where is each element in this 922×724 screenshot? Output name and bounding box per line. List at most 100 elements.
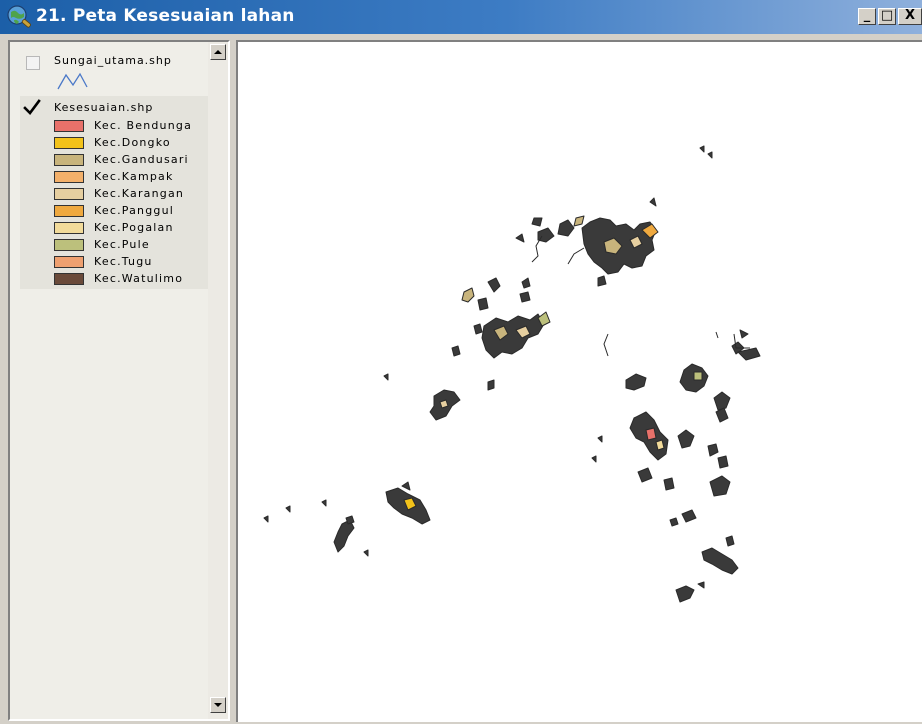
map-line — [567, 247, 585, 265]
map-polygon — [637, 467, 653, 483]
map-line — [603, 333, 609, 357]
legend-label: Kec.Kampak — [94, 170, 174, 183]
legend-swatch — [54, 239, 84, 251]
layer-name: Kesesuaian.shp — [54, 101, 154, 114]
legend-swatch — [54, 256, 84, 268]
map-polygon — [333, 519, 355, 553]
scroll-up-button[interactable] — [210, 44, 226, 60]
map-polygon — [675, 585, 695, 603]
map-polygon — [531, 217, 543, 227]
legend-item: Kec.Watulimo — [54, 271, 214, 288]
legend-swatch — [54, 137, 84, 149]
legend-label: Kec.Tugu — [94, 255, 153, 268]
map-polygon — [519, 291, 531, 303]
map-polygon — [649, 197, 657, 207]
map-polygon — [473, 323, 483, 335]
map-polygon — [663, 477, 675, 491]
toc-scrollbar[interactable] — [208, 42, 228, 719]
legend-item: Kec.Panggul — [54, 203, 214, 220]
line-symbol-icon — [57, 72, 88, 90]
legend-label: Kec.Pogalan — [94, 221, 174, 234]
globe-magnifier-icon — [7, 5, 31, 28]
map-polygon — [681, 509, 697, 523]
legend-label: Kec.Panggul — [94, 204, 175, 217]
map-polygon — [693, 371, 703, 381]
layer-kesesuaian[interactable]: Kesesuaian.shp — [10, 98, 208, 118]
legend-item: Kec.Pule — [54, 237, 214, 254]
layer-name: Sungai_utama.shp — [54, 54, 172, 67]
map-features — [263, 145, 761, 603]
checkmark-icon[interactable] — [23, 99, 41, 117]
legend-item: Kec.Gandusari — [54, 152, 214, 169]
map-polygon — [573, 215, 585, 227]
map-polygon — [487, 379, 495, 391]
legend-label: Kec.Watulimo — [94, 272, 184, 285]
map-polygon — [669, 517, 679, 527]
map-polygon — [321, 499, 327, 507]
map-polygon — [625, 373, 647, 391]
map-canvas[interactable] — [236, 40, 922, 722]
legend-item: Kec.Karangan — [54, 186, 214, 203]
map-polygon — [487, 277, 501, 293]
map-polygon — [707, 151, 713, 159]
map-polygon — [461, 287, 475, 303]
map-polygon — [521, 277, 531, 289]
legend-item: Kec.Kampak — [54, 169, 214, 186]
legend-label: Kec. Bendunga — [94, 119, 193, 132]
map-polygon — [725, 535, 735, 547]
arrow-down-icon — [214, 703, 222, 707]
map-polygon — [345, 515, 355, 525]
maximize-button[interactable]: □ — [878, 8, 896, 25]
map-polygon — [701, 547, 739, 575]
legend-item: Kec.Dongko — [54, 135, 214, 152]
map-polygon — [707, 443, 719, 457]
map-window: 21. Peta Kesesuaian lahan _ □ X Sungai_u… — [0, 0, 922, 724]
map-polygon — [557, 219, 575, 237]
map-polygon — [597, 275, 607, 287]
map-polygon — [739, 329, 749, 339]
kesesuaian-polygons — [263, 145, 761, 603]
map-polygon — [451, 345, 461, 357]
minimize-button[interactable]: _ — [858, 8, 876, 25]
map-polygon — [285, 505, 291, 513]
map-polygon — [515, 233, 525, 243]
legend-label: Kec.Gandusari — [94, 153, 189, 166]
map-polygon — [481, 313, 545, 359]
legend-swatch — [54, 154, 84, 166]
map-polygon — [477, 297, 489, 311]
map-polygon — [713, 391, 731, 411]
map-polygon — [717, 455, 729, 469]
map-polygon — [537, 227, 555, 243]
map-line — [715, 331, 719, 339]
table-of-contents: Sungai_utama.shp Kesesuaian.shp Kec. Ben… — [8, 40, 230, 721]
legend-item: Kec.Pogalan — [54, 220, 214, 237]
legend-swatch — [54, 120, 84, 132]
map-polygon — [655, 439, 665, 451]
legend-label: Kec.Dongko — [94, 136, 171, 149]
map-polygon — [709, 475, 731, 497]
toc-layer-list: Sungai_utama.shp Kesesuaian.shp Kec. Ben… — [10, 42, 214, 719]
map-polygon — [401, 481, 411, 491]
map-polygon — [263, 515, 269, 523]
map-polygon — [383, 373, 389, 381]
map-polygon — [645, 427, 657, 441]
close-button[interactable]: X — [898, 8, 922, 25]
legend-swatch — [54, 273, 84, 285]
legend-swatch — [54, 205, 84, 217]
layer-visibility-checkbox[interactable] — [26, 56, 40, 70]
map-polygon — [699, 145, 705, 153]
legend-swatch — [54, 171, 84, 183]
window-title: 21. Peta Kesesuaian lahan — [36, 6, 295, 26]
map-polygon — [597, 435, 603, 443]
legend-label: Kec.Pule — [94, 238, 150, 251]
scroll-down-button[interactable] — [210, 697, 226, 713]
legend-swatch — [54, 188, 84, 200]
layer-sungai-utama[interactable]: Sungai_utama.shp — [10, 50, 208, 94]
map-polygon — [439, 399, 449, 409]
map-polygon — [591, 455, 597, 463]
title-bar[interactable]: 21. Peta Kesesuaian lahan _ □ X — [0, 0, 922, 34]
arrow-up-icon — [214, 50, 222, 54]
legend-item: Kec. Bendunga — [54, 118, 214, 135]
legend-item: Kec.Tugu — [54, 254, 214, 271]
map-polygon — [363, 549, 369, 557]
